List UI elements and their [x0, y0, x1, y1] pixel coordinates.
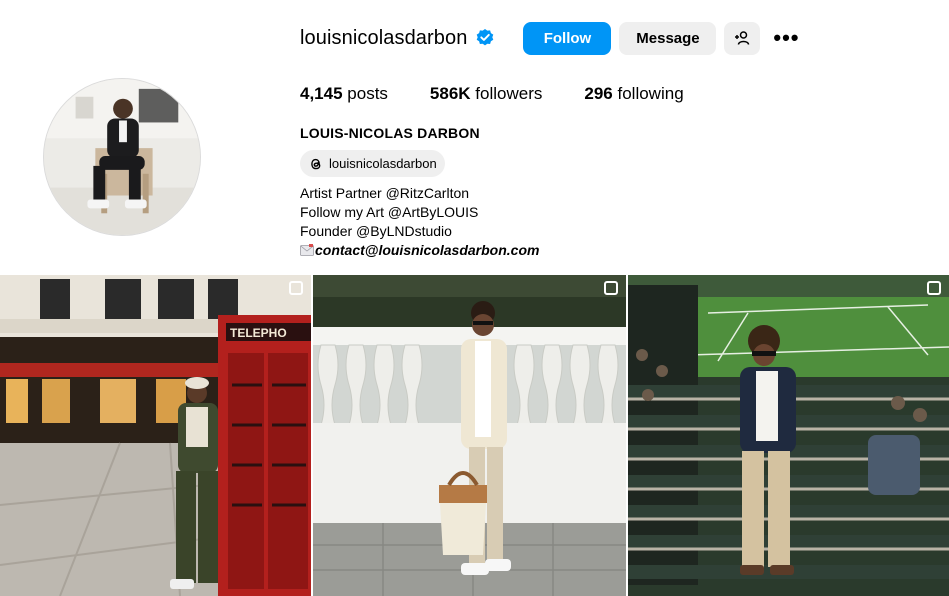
post-image-street-phone-booth: TELEPHO — [0, 275, 311, 596]
posts-count: 4,145 — [300, 84, 343, 103]
avatar-photo — [44, 79, 200, 235]
bio-line-3: Founder @ByLNDstudio — [300, 223, 452, 239]
more-options-button[interactable]: ••• — [768, 22, 804, 55]
followers-label: followers — [475, 84, 543, 103]
pinned-icon — [604, 281, 618, 295]
posts-stat: 4,145 posts — [300, 84, 388, 104]
follow-button[interactable]: Follow — [523, 21, 612, 55]
bio-email[interactable]: contact@louisnicolasdarbon.com — [315, 242, 539, 258]
profile-header: louisnicolasdarbon Follow Message ••• — [300, 21, 804, 55]
post-thumbnail[interactable] — [313, 275, 626, 596]
threads-link[interactable]: louisnicolasdarbon — [300, 150, 445, 177]
following-stat[interactable]: 296 following — [584, 84, 683, 104]
threads-handle: louisnicolasdarbon — [329, 156, 437, 171]
profile-username: louisnicolasdarbon — [300, 26, 468, 49]
pinned-icon — [289, 281, 303, 295]
threads-icon — [311, 158, 321, 169]
following-label: following — [617, 84, 684, 103]
followers-stat[interactable]: 586K followers — [430, 84, 542, 104]
followers-count: 586K — [429, 84, 471, 103]
envelope-icon — [300, 244, 314, 256]
verified-badge-icon — [477, 29, 494, 46]
post-thumbnail[interactable]: TELEPHO — [0, 275, 311, 596]
telephone-sign-text: TELEPHO — [230, 326, 287, 340]
following-count: 296 — [584, 84, 613, 103]
posts-label: posts — [347, 84, 388, 103]
post-image-tennis-stadium — [628, 275, 949, 596]
posts-grid: TELEPHO — [0, 275, 949, 596]
pinned-icon — [927, 281, 941, 295]
bio-line-2: Follow my Art @ArtByLOUIS — [300, 204, 479, 220]
post-image-balustrade — [313, 275, 626, 596]
profile-bio: Artist Partner @RitzCarlton Follow my Ar… — [300, 184, 539, 260]
bio-email-line: contact@louisnicolasdarbon.com — [300, 241, 539, 260]
profile-stats: 4,145 posts 586K followers 296 following — [300, 84, 726, 104]
profile-avatar[interactable] — [43, 78, 201, 236]
suggested-users-button[interactable] — [724, 21, 761, 55]
message-button[interactable]: Message — [619, 21, 717, 55]
person-add-icon — [735, 31, 750, 45]
profile-full-name: LOUIS-NICOLAS DARBON — [300, 125, 480, 141]
bio-line-1: Artist Partner @RitzCarlton — [300, 185, 470, 201]
post-thumbnail[interactable] — [628, 275, 949, 596]
